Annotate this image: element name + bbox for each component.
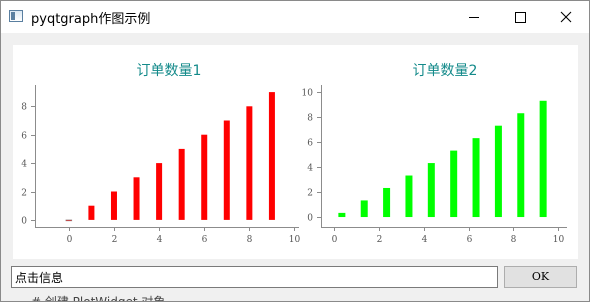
chart2-x-tick-label: 2: [377, 235, 383, 245]
chart1-x-tick-label: 10: [289, 235, 301, 245]
chart2-title: 订单数量2: [413, 63, 478, 79]
chart2-bar[interactable]: [360, 200, 368, 218]
charts-canvas[interactable]: 订单数量1 0 2 4 6 8 0 2 4 6 8 10 订单数量2 0 2 4 6 8 10 0 2 4 6 8 10: [13, 45, 578, 259]
chart1-bar[interactable]: [110, 191, 117, 220]
chart2-x-tick-label: 0: [332, 235, 338, 245]
ok-button[interactable]: OK: [504, 266, 577, 288]
close-icon: [560, 11, 572, 23]
chart2-bar[interactable]: [539, 100, 547, 218]
chart1-bar[interactable]: [65, 219, 73, 222]
chart1-bar[interactable]: [268, 92, 275, 220]
chart1-title: 订单数量1: [137, 63, 202, 79]
chart1-bar[interactable]: [156, 163, 163, 220]
app-window-icon: [9, 10, 23, 22]
chart1-y-tick-label: 8: [21, 103, 27, 113]
chart2-y-tick-label: 2: [307, 189, 313, 199]
maximize-icon: [515, 12, 526, 23]
chart2-x-tick-label: 6: [467, 235, 473, 245]
chart1-bar[interactable]: [178, 148, 185, 220]
chart2-y-tick-label: 8: [307, 114, 313, 124]
info-input[interactable]: [11, 266, 498, 288]
chart1-y-tick-label: 0: [21, 217, 27, 227]
chart2-bar[interactable]: [383, 187, 391, 218]
chart1-bar[interactable]: [201, 134, 208, 220]
chart1-x-tick-label: 2: [112, 235, 118, 245]
chart2-x-tick-label: 10: [553, 235, 565, 245]
chart1-x-tick-label: 0: [67, 235, 73, 245]
chart2-bar[interactable]: [472, 138, 480, 218]
chart1-bar[interactable]: [223, 120, 230, 220]
chart1-bar[interactable]: [133, 177, 140, 220]
chart2-x-tick-label: 8: [511, 235, 517, 245]
main-window: pyqtgraph作图示例 订单数量1 0 2 4 6 8 0 2 4 6 8 10 订单数量2 0 2 4 6…: [0, 0, 590, 302]
chart2-y-tick-label: 4: [307, 164, 313, 174]
chart1-x-tick-label: 8: [247, 235, 253, 245]
chart2-bar[interactable]: [427, 163, 435, 218]
chart1-bar[interactable]: [88, 205, 95, 220]
plot-area: 订单数量1 0 2 4 6 8 0 2 4 6 8 10 订单数量2 0 2 4 6 8 10 0 2 4 6 8 10: [13, 45, 578, 259]
minimize-button[interactable]: [451, 1, 497, 33]
title-bar[interactable]: pyqtgraph作图示例: [1, 1, 589, 33]
chart1-y-tick-label: 2: [21, 189, 27, 199]
maximize-button[interactable]: [497, 1, 543, 33]
background-code-text: # 创建 PlotWidget 对象: [31, 295, 166, 302]
chart2-bar[interactable]: [450, 150, 458, 218]
chart2-bar[interactable]: [517, 113, 525, 218]
window-title: pyqtgraph作图示例: [31, 12, 151, 27]
chart1-bar[interactable]: [246, 106, 253, 220]
chart2-y-tick-label: 0: [307, 214, 313, 224]
chart2-bar[interactable]: [405, 175, 413, 218]
chart1-y-tick-label: 6: [21, 132, 27, 142]
chart2-y-tick-label: 10: [302, 89, 314, 99]
chart2-bar[interactable]: [338, 212, 346, 218]
chart1-x-tick-label: 4: [157, 235, 163, 245]
chart2-bar[interactable]: [494, 125, 502, 218]
chart1-x-tick-label: 6: [202, 235, 208, 245]
chart2-y-tick-label: 6: [307, 139, 313, 149]
close-button[interactable]: [543, 1, 589, 33]
chart1-y-tick-label: 4: [21, 160, 27, 170]
chart2-x-tick-label: 4: [422, 235, 428, 245]
minimize-icon: [469, 17, 479, 18]
